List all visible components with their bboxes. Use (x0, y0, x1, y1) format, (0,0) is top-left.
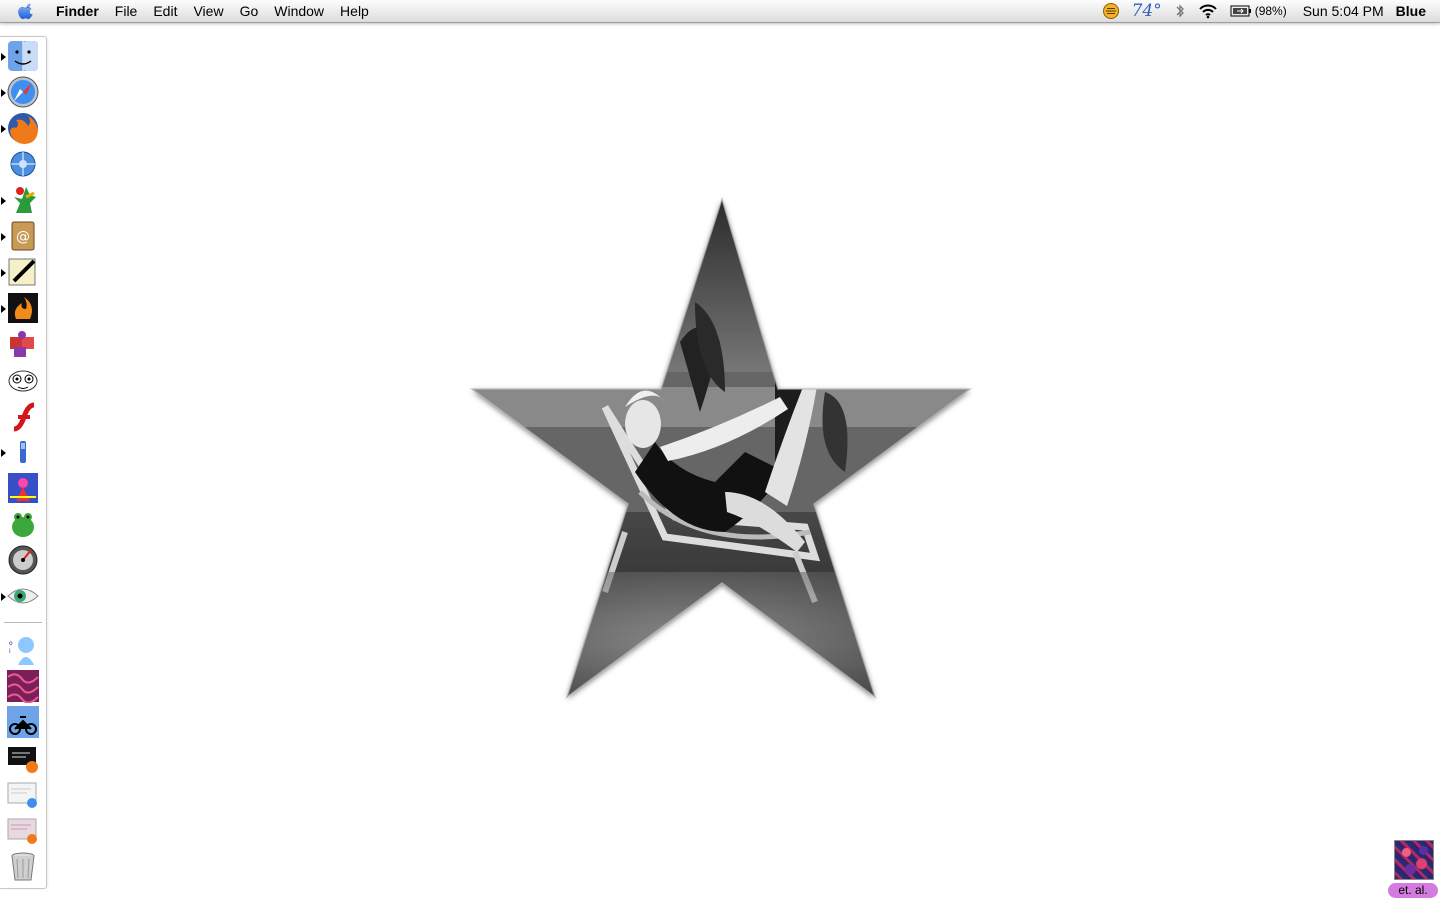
flash-icon (13, 402, 35, 432)
star-wallpaper-image (469, 196, 973, 699)
menu-window[interactable]: Window (266, 0, 332, 22)
running-indicator (1, 53, 6, 61)
dock-item-motorbike-folder[interactable] (5, 705, 41, 739)
menu-help[interactable]: Help (332, 0, 377, 22)
dock: @ oi (0, 36, 47, 889)
dock-item-character-folder[interactable]: oi (5, 633, 41, 667)
running-indicator (1, 89, 6, 97)
menu-edit[interactable]: Edit (145, 0, 185, 22)
motorbike-folder-icon (7, 706, 39, 738)
dock-item-fire-app[interactable] (5, 291, 41, 325)
battery-menu-item[interactable]: (98%) (1230, 0, 1287, 22)
pattern-folder-icon (7, 670, 39, 703)
menubar-clock[interactable]: Sun 5:04 PM (1303, 3, 1384, 19)
dock-item-pattern-folder[interactable] (5, 669, 41, 703)
bluetooth-icon[interactable] (1174, 0, 1186, 22)
firefox-window-icon (8, 747, 38, 773)
dock-item-camino[interactable] (5, 147, 41, 181)
dock-item-stick[interactable] (5, 435, 41, 469)
running-indicator (1, 449, 6, 457)
fire-app-icon (8, 293, 38, 323)
dock-item-disk-utility[interactable] (5, 543, 41, 577)
puzzle-app-icon (10, 331, 34, 357)
dock-item-frog[interactable] (5, 507, 41, 541)
menu-bar: Finder File Edit View Go Window Help 74°… (0, 0, 1440, 23)
finder-icon (8, 41, 38, 71)
desktop-item-et-al[interactable]: et. al. (1386, 840, 1440, 900)
dock-item-address-book[interactable]: @ (5, 219, 41, 253)
running-indicator (1, 593, 6, 601)
address-book-icon: @ (11, 221, 35, 251)
running-indicator (1, 269, 6, 277)
dock-item-firefox[interactable] (5, 111, 41, 145)
cartoon-app-icon (8, 473, 38, 503)
menu-finder[interactable]: Finder (50, 0, 107, 22)
stick-app-icon (20, 441, 26, 463)
dock-item-trash[interactable] (5, 849, 41, 883)
dock-item-firefox-page[interactable] (5, 813, 41, 847)
menu-file[interactable]: File (107, 0, 146, 22)
running-indicator (1, 305, 6, 313)
apple-menu-icon[interactable] (18, 2, 36, 20)
wifi-icon[interactable] (1198, 0, 1218, 22)
camino-icon (10, 151, 36, 177)
dock-item-finder[interactable] (5, 39, 41, 73)
dock-item-safari[interactable] (5, 75, 41, 109)
character-folder-icon: oi (9, 637, 34, 665)
menu-go[interactable]: Go (232, 0, 267, 22)
menu-extras: 74° (98%) Sun 5:04 PM Blue (1096, 0, 1440, 22)
dock-item-eye[interactable] (5, 579, 41, 613)
trash-icon (11, 852, 35, 881)
safari-window-icon (7, 782, 37, 808)
text-editor-icon (8, 258, 36, 286)
firefox-page-icon (7, 818, 37, 844)
script-menu-icon[interactable] (1102, 0, 1120, 22)
running-indicator (1, 125, 6, 133)
rooster-app-icon (14, 187, 36, 213)
dock-item-safari-window[interactable] (5, 777, 41, 811)
disk-utility-icon (8, 545, 38, 575)
dock-item-adium[interactable] (5, 363, 41, 397)
eye-app-icon (7, 588, 39, 604)
dock-item-puzzle[interactable] (5, 327, 41, 361)
svg-text:i: i (9, 648, 11, 655)
safari-icon (7, 76, 39, 108)
user-menu[interactable]: Blue (1396, 3, 1426, 19)
pattern-image-icon (1394, 840, 1434, 880)
dock-item-firefox-window[interactable] (5, 741, 41, 775)
running-indicator (1, 233, 6, 241)
running-indicator (1, 197, 6, 205)
battery-icon (1230, 5, 1251, 17)
svg-text:o: o (9, 640, 13, 647)
desktop-item-label: et. al. (1388, 883, 1438, 898)
adium-icon (8, 370, 38, 392)
dock-item-rooster[interactable] (5, 183, 41, 217)
svg-text:@: @ (16, 229, 30, 245)
dock-item-cartoon[interactable] (5, 471, 41, 505)
menu-view[interactable]: View (185, 0, 231, 22)
weather-menu-item[interactable]: 74° (1132, 0, 1162, 22)
dock-separator (4, 622, 42, 623)
battery-percent: (98%) (1254, 4, 1287, 18)
frog-app-icon (12, 513, 34, 537)
dock-item-text-editor[interactable] (5, 255, 41, 289)
firefox-icon (8, 113, 38, 144)
dock-item-flash[interactable] (5, 399, 41, 433)
